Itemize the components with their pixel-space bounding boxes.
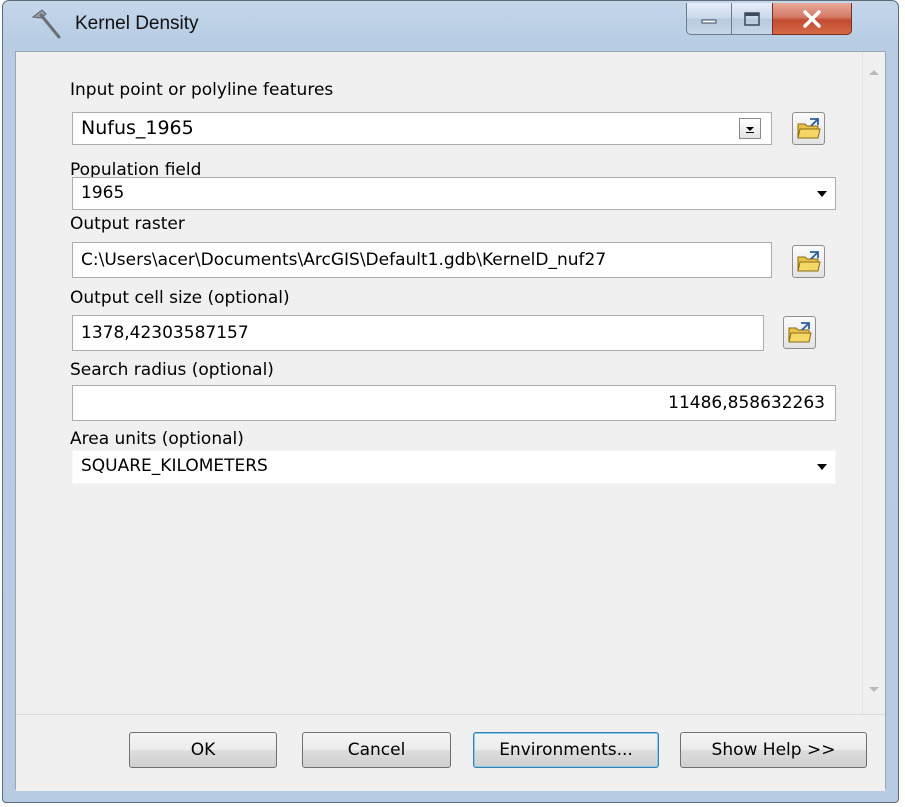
maximize-icon <box>744 11 760 26</box>
ok-button[interactable]: OK <box>129 732 277 768</box>
output-raster-value: C:\Users\acer\Documents\ArcGIS\Default1.… <box>81 250 607 270</box>
area-units-dropdown-button[interactable] <box>809 451 835 483</box>
cancel-button[interactable]: Cancel <box>302 732 451 768</box>
close-button[interactable] <box>772 3 852 35</box>
population-field-dropdown-button[interactable] <box>809 178 835 209</box>
population-field-value: 1965 <box>81 183 125 203</box>
cell-size-label: Output cell size (optional) <box>70 288 290 308</box>
output-raster-label: Output raster <box>70 214 185 234</box>
kernel-density-window: Kernel Density Input point or polyline f… <box>2 0 899 803</box>
search-radius-input[interactable]: 11486,858632263 <box>72 385 836 421</box>
vertical-scrollbar[interactable] <box>862 52 885 714</box>
input-features-dropdown-button[interactable] <box>739 118 761 139</box>
input-features-browse-button[interactable] <box>792 112 825 145</box>
cell-size-browse-button[interactable] <box>783 316 816 349</box>
open-folder-icon <box>796 117 821 138</box>
chevron-down-icon <box>817 190 827 197</box>
environments-button[interactable]: Environments... <box>473 732 659 768</box>
button-bar: OK Cancel Environments... Show Help >> <box>16 714 885 791</box>
show-help-button[interactable]: Show Help >> <box>680 732 867 768</box>
open-folder-icon <box>787 321 812 342</box>
cell-size-value: 1378,42303587157 <box>81 323 249 343</box>
search-radius-value: 11486,858632263 <box>668 393 825 413</box>
minimize-icon <box>701 19 717 23</box>
hammer-icon <box>31 9 61 39</box>
output-raster-browse-button[interactable] <box>792 245 825 278</box>
output-raster-input[interactable]: C:\Users\acer\Documents\ArcGIS\Default1.… <box>72 242 772 278</box>
input-features-combo[interactable]: Nufus_1965 <box>72 112 772 145</box>
minimize-button[interactable] <box>686 3 732 35</box>
scroll-down-icon <box>869 687 879 692</box>
chevron-down-icon <box>746 126 754 133</box>
input-features-label: Input point or polyline features <box>70 80 334 100</box>
window-title: Kernel Density <box>75 13 199 34</box>
area-units-label: Area units (optional) <box>70 429 244 449</box>
close-icon <box>803 9 821 28</box>
input-features-value: Nufus_1965 <box>81 117 194 139</box>
open-folder-icon <box>796 250 821 271</box>
scroll-up-icon <box>869 70 879 75</box>
tool-dialog-body: Input point or polyline features Nufus_1… <box>15 51 886 791</box>
cell-size-input[interactable]: 1378,42303587157 <box>72 315 764 351</box>
chevron-down-icon <box>817 464 827 470</box>
title-bar[interactable]: Kernel Density <box>3 1 898 45</box>
area-units-combo[interactable]: SQUARE_KILOMETERS <box>72 450 836 484</box>
area-units-value: SQUARE_KILOMETERS <box>81 456 268 476</box>
maximize-button[interactable] <box>731 3 773 35</box>
population-field-combo[interactable]: 1965 <box>72 177 836 210</box>
search-radius-label: Search radius (optional) <box>70 360 274 380</box>
